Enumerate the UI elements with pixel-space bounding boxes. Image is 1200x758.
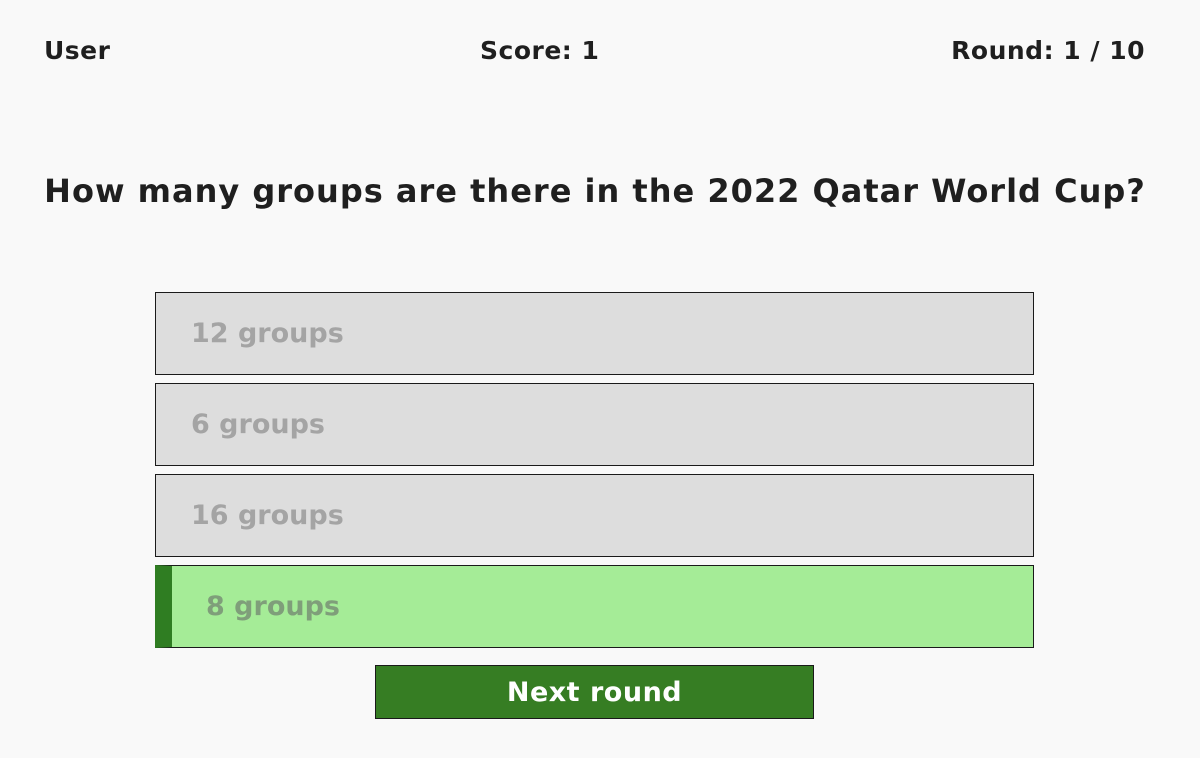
answer-option[interactable]: 16 groups <box>155 474 1034 557</box>
answer-label: 8 groups <box>206 591 340 622</box>
quiz-page: User Score: 1 Round: 1 / 10 How many gro… <box>0 0 1200 758</box>
next-round-button[interactable]: Next round <box>375 665 814 719</box>
answer-option-correct[interactable]: 8 groups <box>155 565 1034 648</box>
answer-label: 12 groups <box>191 318 344 349</box>
answer-label: 16 groups <box>191 500 344 531</box>
user-name: User <box>44 35 111 65</box>
answer-option[interactable]: 12 groups <box>155 292 1034 375</box>
status-bar: User Score: 1 Round: 1 / 10 <box>44 30 1145 70</box>
answer-list: 12 groups 6 groups 16 groups 8 groups <box>155 292 1034 656</box>
round-display: Round: 1 / 10 <box>951 35 1145 65</box>
score-display: Score: 1 <box>480 35 600 65</box>
question-text: How many groups are there in the 2022 Qa… <box>44 172 1146 210</box>
answer-label: 6 groups <box>191 409 325 440</box>
answer-option[interactable]: 6 groups <box>155 383 1034 466</box>
